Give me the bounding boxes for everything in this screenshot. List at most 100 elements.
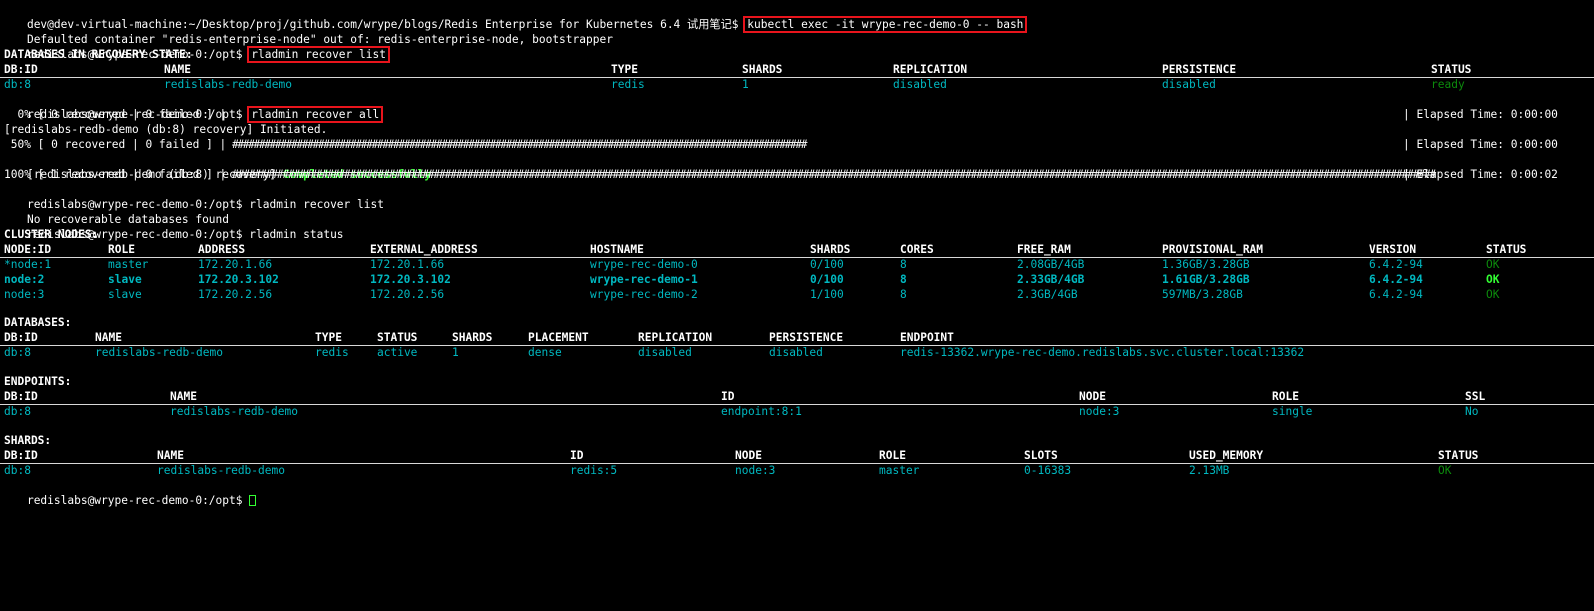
column-header: TYPE (611, 63, 638, 76)
section-title: SHARDS: (4, 434, 52, 447)
table-cell: 8 (900, 273, 907, 286)
section-title: ENDPOINTS: (4, 375, 72, 388)
table-cell: wrype-rec-demo-1 (590, 273, 698, 286)
column-header: STATUS (1438, 449, 1479, 462)
column-header: PERSISTENCE (769, 331, 844, 344)
table-cell: endpoint:8:1 (721, 405, 802, 418)
endpoints-table-header: DB:ID NAME ID NODE ROLE SSL (0, 390, 1594, 405)
cluster-section-title: CLUSTER NODES: (0, 228, 1594, 243)
column-header: NAME (157, 449, 184, 462)
table-cell: redis (315, 346, 349, 359)
table-cell: redislabs-redb-demo (157, 464, 285, 477)
shell-prompt: redislabs@wrype-rec-demo-0:/opt$ (26, 493, 243, 507)
table-row: db:8 redislabs-redb-demo redis active 1 … (0, 346, 1594, 361)
elapsed-time: | Elapsed Time: 0:00:00 (1403, 108, 1558, 121)
table-row: node:2 slave 172.20.3.102 172.20.3.102 w… (0, 273, 1594, 288)
progress-status: 0% [ 0 recovered | 0 failed ] | (4, 108, 227, 121)
elapsed-time: | Elapsed Time: 0:00:02 (1403, 168, 1558, 181)
column-header: USED_MEMORY (1189, 449, 1264, 462)
databases-section-title: DATABASES: (0, 316, 1594, 331)
table-cell: slave (108, 273, 142, 286)
column-header: SLOTS (1024, 449, 1058, 462)
table-cell: 1 (452, 346, 459, 359)
column-header: STATUS (377, 331, 418, 344)
table-cell: redis (611, 78, 645, 91)
terminal-line-final-prompt[interactable]: redislabs@wrype-rec-demo-0:/opt$ (0, 479, 1594, 507)
terminal-line-recover-list-2: redislabs@wrype-rec-demo-0:/opt$ rladmin… (0, 183, 1594, 211)
table-cell: node:2 (4, 273, 45, 286)
column-header: SHARDS (810, 243, 851, 256)
progress-line-50: 50% [ 0 recovered | 0 failed ] | #######… (0, 138, 1594, 153)
table-cell: wrype-rec-demo-0 (590, 258, 698, 271)
column-header: SHARDS (742, 63, 783, 76)
column-header: PLACEMENT (528, 331, 589, 344)
column-header: HOSTNAME (590, 243, 644, 256)
table-cell: redislabs-redb-demo (95, 346, 223, 359)
terminal-window[interactable]: dev@dev-virtual-machine:~/Desktop/proj/g… (0, 0, 1594, 507)
column-header: ADDRESS (198, 243, 246, 256)
column-header: SSL (1465, 390, 1486, 403)
column-header: NODE (735, 449, 762, 462)
progress-status: 100% [ 1 recovered | 0 failed ] | (4, 168, 227, 181)
table-cell: 2.3GB/4GB (1017, 288, 1078, 301)
recovery-initiated-line: [redislabs-redb-demo (db:8) recovery] In… (0, 123, 1594, 138)
table-cell: 172.20.3.102 (198, 273, 279, 286)
column-header: CORES (900, 243, 934, 256)
recovery-completed-line: [redislabs-redb-demo (db:8) recovery] Co… (0, 153, 1594, 181)
progress-bar: ########################################… (232, 168, 1436, 181)
status-badge: OK (1438, 464, 1452, 477)
table-cell: 0/100 (810, 273, 844, 286)
table-cell: disabled (893, 78, 947, 91)
table-cell: 172.20.2.56 (198, 288, 273, 301)
table-cell: disabled (1162, 78, 1216, 91)
table-cell: 6.4.2-94 (1369, 288, 1423, 301)
table-cell: single (1272, 405, 1313, 418)
column-header: NODE (1079, 390, 1106, 403)
table-cell: db:8 (4, 78, 31, 91)
column-header: DB:ID (4, 331, 38, 344)
column-header: NAME (95, 331, 122, 344)
table-cell: 1.61GB/3.28GB (1162, 273, 1250, 286)
terminal-line-recover-list: redislabs@wrype-rec-demo-0:/opt$ rladmin… (0, 33, 1594, 63)
column-header: REPLICATION (638, 331, 713, 344)
table-cell: db:8 (4, 346, 31, 359)
table-row: db:8 redislabs-redb-demo endpoint:8:1 no… (0, 405, 1594, 420)
status-badge: OK (1486, 288, 1500, 301)
table-cell: active (377, 346, 418, 359)
progress-line-0: 0% [ 0 recovered | 0 failed ] | | Elapse… (0, 108, 1594, 123)
progress-status: 50% [ 0 recovered | 0 failed ] | (4, 138, 227, 151)
elapsed-time: | Elapsed Time: 0:00:00 (1403, 138, 1558, 151)
table-row: db:8 redislabs-redb-demo redis 1 disable… (0, 78, 1594, 93)
table-cell: 0/100 (810, 258, 844, 271)
table-cell: 8 (900, 258, 907, 271)
table-cell: node:3 (4, 288, 45, 301)
column-header: ROLE (879, 449, 906, 462)
table-row: *node:1 master 172.20.1.66 172.20.1.66 w… (0, 258, 1594, 273)
table-cell: 0-16383 (1024, 464, 1072, 477)
endpoints-section-title: ENDPOINTS: (0, 375, 1594, 390)
table-cell: master (879, 464, 920, 477)
progress-bar: ########################################… (232, 138, 807, 151)
progress-line-100: 100% [ 1 recovered | 0 failed ] | ######… (0, 168, 1594, 183)
column-header: ID (570, 449, 584, 462)
column-header: NAME (170, 390, 197, 403)
terminal-line-kubectl: dev@dev-virtual-machine:~/Desktop/proj/g… (0, 3, 1594, 33)
shards-table-header: DB:ID NAME ID NODE ROLE SLOTS USED_MEMOR… (0, 449, 1594, 464)
terminal-line-defaulted: Defaulted container "redis-enterprise-no… (0, 18, 1594, 46)
table-cell: 172.20.1.66 (370, 258, 445, 271)
column-header: NODE:ID (4, 243, 52, 256)
endpoint-address: redis-13362.wrype-rec-demo.redislabs.svc… (900, 346, 1305, 359)
column-header: ROLE (1272, 390, 1299, 403)
table-cell: 2.33GB/4GB (1017, 273, 1085, 286)
recovery-initiated: [redislabs-redb-demo (db:8) recovery] In… (4, 123, 328, 136)
section-title: DATABASES IN RECOVERY STATE: (4, 48, 193, 61)
table-cell: 1.36GB/3.28GB (1162, 258, 1250, 271)
cluster-table-header: NODE:ID ROLE ADDRESS EXTERNAL_ADDRESS HO… (0, 243, 1594, 258)
table-cell: 2.13MB (1189, 464, 1230, 477)
column-header: SHARDS (452, 331, 493, 344)
recovery-table-header: DB:ID NAME TYPE SHARDS REPLICATION PERSI… (0, 63, 1594, 78)
table-cell: 172.20.2.56 (370, 288, 445, 301)
terminal-line-recover-all: redislabs@wrype-rec-demo-0:/opt$ rladmin… (0, 93, 1594, 123)
table-cell: wrype-rec-demo-2 (590, 288, 698, 301)
column-header: PROVISIONAL_RAM (1162, 243, 1264, 256)
